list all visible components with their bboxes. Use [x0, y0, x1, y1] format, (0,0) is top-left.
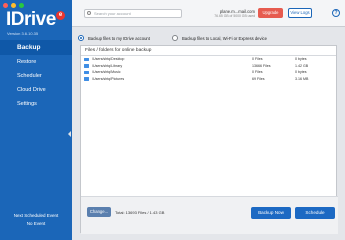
logo-text: IDrive [6, 9, 56, 30]
view-logs-button[interactable]: View Logs [288, 8, 312, 18]
search-input[interactable]: Search your account [84, 9, 182, 18]
row-files: 69 Files [252, 76, 265, 81]
sidebar: IDrive e Version 3.6.10.35 Backup Restore… [0, 0, 72, 240]
row-size: 3.16 MB [295, 76, 309, 81]
search-icon [87, 11, 91, 15]
folder-icon [84, 77, 89, 81]
change-button[interactable]: Change... [87, 207, 111, 217]
zoom-window-button[interactable] [19, 3, 24, 8]
backup-panel: Files / folders for online backup /Users… [80, 45, 338, 234]
upgrade-button[interactable]: Upgrade [258, 8, 283, 18]
app-version: Version 3.6.10.35 [7, 31, 39, 36]
top-bar: Search your account plane.m...mail.com 7… [72, 0, 345, 27]
sidebar-item-backup[interactable]: Backup [0, 40, 72, 55]
sidebar-item-settings[interactable]: Settings [0, 97, 72, 111]
help-icon[interactable]: ? [332, 9, 340, 17]
table-row[interactable]: /Users/shtq/Pictures 69 Files 3.16 MB [81, 76, 336, 83]
logo-badge: e [55, 11, 65, 20]
radio-idrive[interactable] [78, 35, 84, 41]
collapse-arrow-icon[interactable] [68, 131, 71, 137]
option-idrive-label: Backup files to my IDrive account [88, 35, 150, 41]
schedule-button[interactable]: Schedule [295, 207, 335, 219]
folder-icon [84, 57, 89, 61]
row-path: /Users/shtq/Pictures [92, 76, 125, 81]
main-content: Backup files to my IDrive account Backup… [72, 27, 345, 240]
sidebar-nav: Backup Restore Scheduler Cloud Drive Set… [0, 40, 72, 111]
folder-icon [84, 70, 89, 74]
minimize-window-button[interactable] [11, 3, 16, 8]
account-info: plane.m...mail.com 76.65 GB of 5000 GB u… [210, 9, 255, 19]
account-usage: 76.65 GB of 5000 GB used [214, 14, 255, 18]
sidebar-item-cloud-drive[interactable]: Cloud Drive [0, 83, 72, 97]
total-summary: Total: 13693 Files / 1.43 GB [115, 210, 165, 215]
backup-now-button[interactable]: Backup Now [251, 207, 291, 219]
next-scheduled-event: Next Scheduled Event No Event [0, 212, 72, 228]
window-controls [3, 3, 24, 8]
next-scheduled-label: Next Scheduled Event [13, 213, 59, 218]
search-placeholder: Search your account [94, 11, 131, 16]
folder-icon [84, 64, 89, 68]
option-local-label: Backup files to Local, Wi-Fi or Express … [182, 35, 267, 41]
app-logo: IDrive e [6, 9, 65, 31]
idrive-window: IDrive e Version 3.6.10.35 Backup Restore… [0, 0, 345, 240]
next-scheduled-value: No Event [26, 221, 46, 226]
sidebar-item-restore[interactable]: Restore [0, 55, 72, 69]
close-window-button[interactable] [3, 3, 8, 8]
radio-local[interactable] [172, 35, 178, 41]
panel-footer: Change... Total: 13693 Files / 1.43 GB B… [81, 196, 338, 234]
option-idrive[interactable]: Backup files to my IDrive account [78, 33, 150, 43]
option-local[interactable]: Backup files to Local, Wi-Fi or Express … [172, 33, 267, 43]
panel-title: Files / folders for online backup [81, 46, 336, 56]
sidebar-item-scheduler[interactable]: Scheduler [0, 69, 72, 83]
